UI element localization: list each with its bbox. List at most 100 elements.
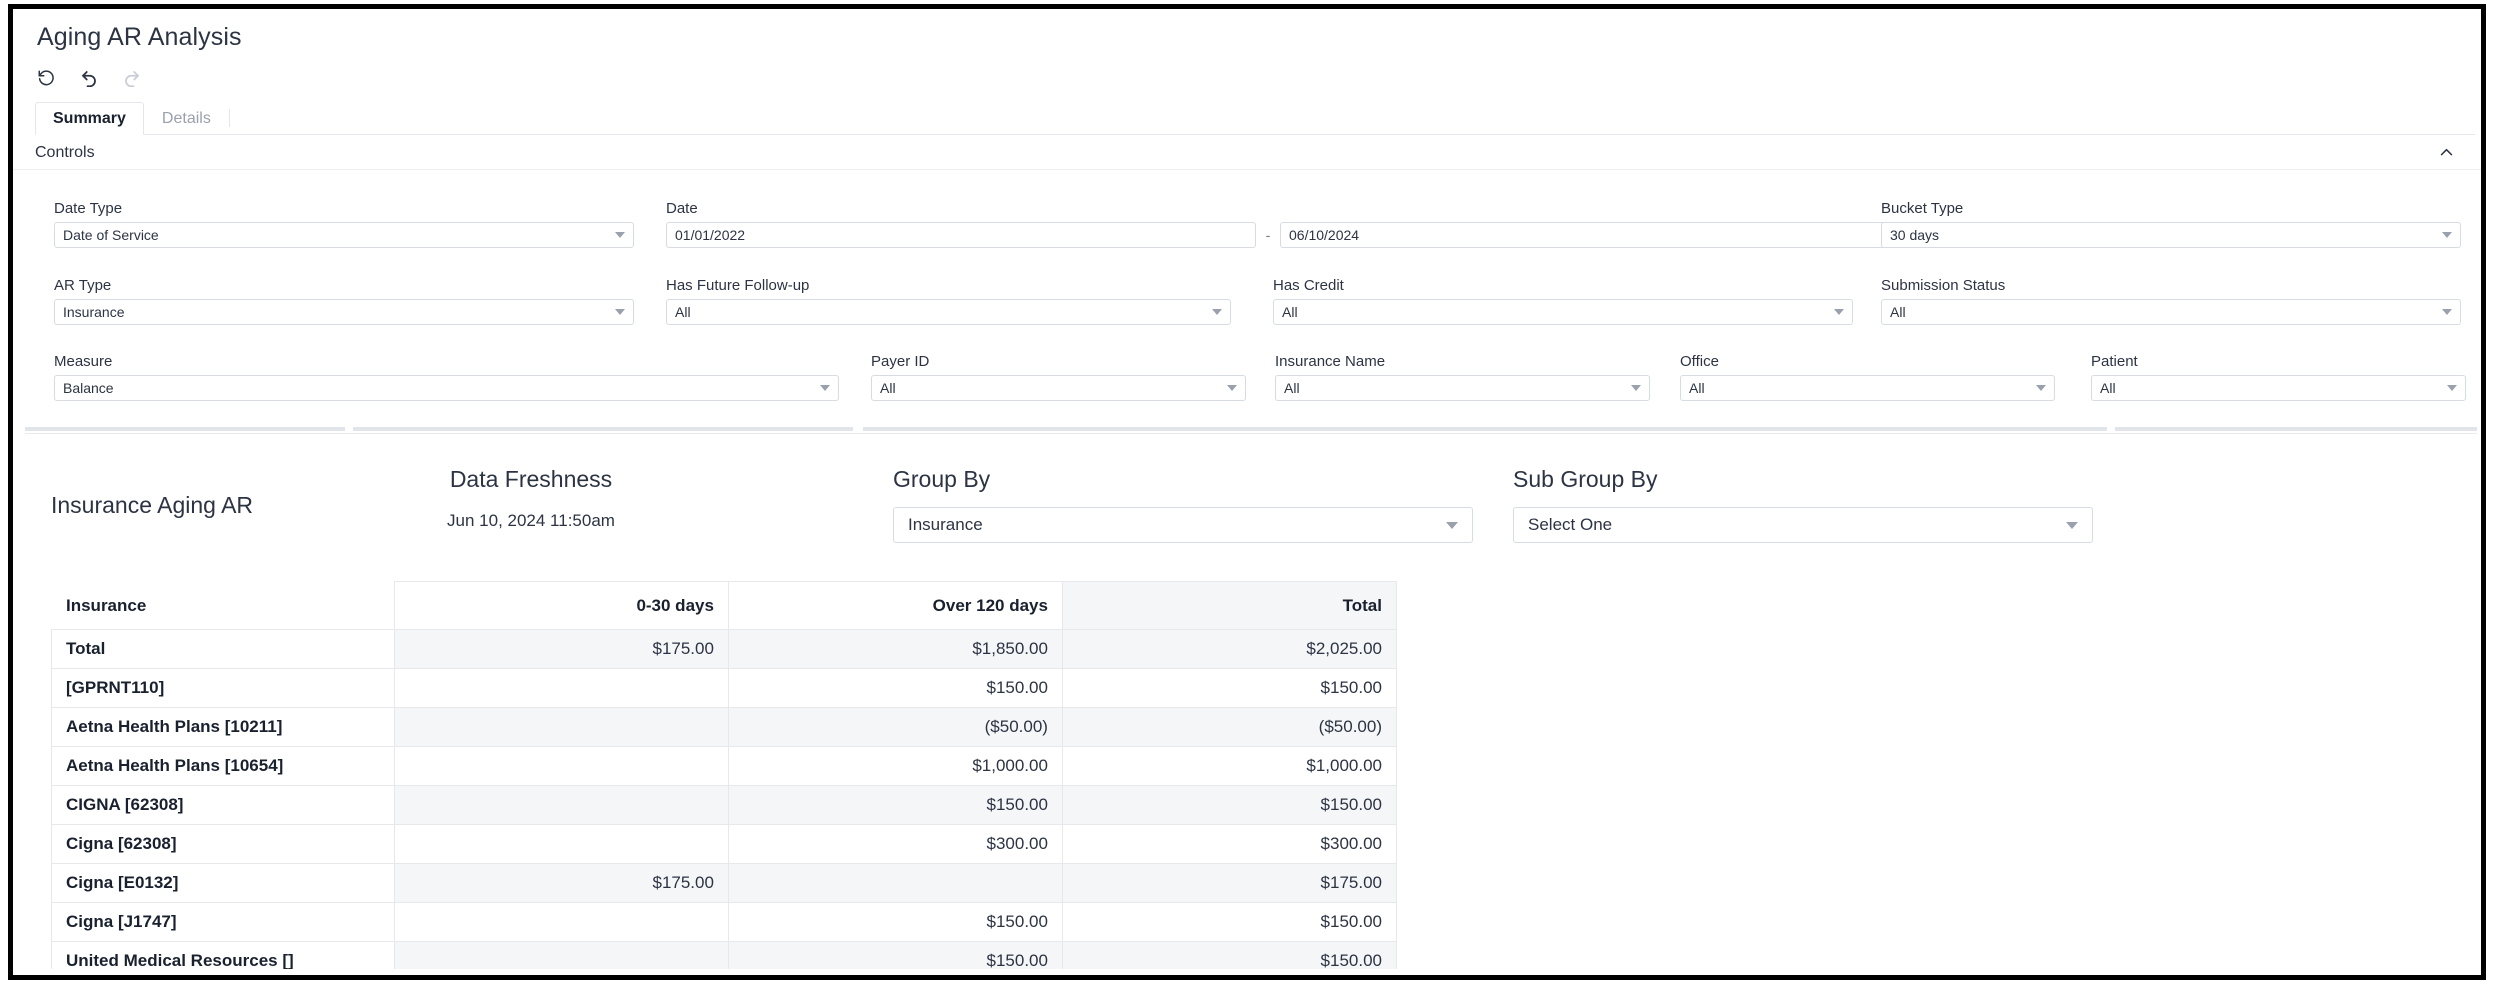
table-row[interactable]: Cigna [J1747] $150.00 $150.00 [51,902,1398,942]
table-cell: $2,025.00 [1061,629,1398,669]
table-row[interactable]: [GPRNT110] $150.00 $150.00 [51,668,1398,708]
field-has-future-followup-label: Has Future Follow-up [666,277,810,294]
field-bucket-type: Bucket Type 30 days [1881,200,2461,248]
table-cell: $150.00 [1061,668,1398,708]
date-range-group: 01/01/2022 - 06/10/2024 [666,222,2026,248]
tab-summary[interactable]: Summary [35,102,144,135]
bucket-type-select[interactable]: 30 days [1881,222,2461,248]
group-by-label: Group By [893,466,991,492]
has-credit-select[interactable]: All [1273,299,1853,325]
field-has-credit-label: Has Credit [1273,277,1344,294]
table-row-label: United Medical Resources [] [51,941,395,969]
chevron-down-icon [2442,232,2452,238]
field-ar-type-label: AR Type [54,277,112,294]
table-cell: $150.00 [727,902,1063,942]
chevron-down-icon [615,232,625,238]
table-cell: ($50.00) [1061,707,1398,747]
panel-divider [25,427,2477,431]
table-row[interactable]: CIGNA [62308] $150.00 $150.00 [51,785,1398,825]
date-type-value: Date of Service [63,227,159,243]
data-freshness-value: Jun 10, 2024 11:50am [447,511,615,530]
office-value: All [1689,380,1705,396]
patient-select[interactable]: All [2091,375,2466,401]
table-row[interactable]: Cigna [62308] $300.00 $300.00 [51,824,1398,864]
table-cell [393,902,729,942]
table-row[interactable]: United Medical Resources [] $150.00 $150.0… [51,941,1398,969]
insurance-name-select[interactable]: All [1275,375,1650,401]
ar-type-select[interactable]: Insurance [54,299,634,325]
table-cell: $175.00 [393,629,729,669]
tab-details[interactable]: Details [144,102,229,134]
table-cell: $150.00 [727,668,1063,708]
measure-value: Balance [63,380,114,396]
tab-summary-label: Summary [53,109,126,127]
table-cell: $150.00 [1061,785,1398,825]
bucket-type-value: 30 days [1890,227,1940,243]
date-range-separator: - [1265,227,1271,243]
undo-icon[interactable] [78,67,100,89]
table-cell: ($50.00) [727,707,1063,747]
field-bucket-type-label: Bucket Type [1881,200,1964,217]
field-office-label: Office [1680,353,1719,370]
field-has-future-followup: Has Future Follow-up All [666,277,1231,325]
field-date-type: Date Type Date of Service [54,200,634,248]
date-to-value: 06/10/2024 [1289,227,1360,243]
sub-group-by-select[interactable]: Select One [1513,507,2093,543]
field-payer-id: Payer ID All [871,353,1246,401]
group-by-select[interactable]: Insurance [893,507,1473,543]
sub-group-by-value: Select One [1528,515,1613,534]
column-header-total[interactable]: Total [1061,581,1398,630]
tab-strip: Summary Details [35,102,2475,135]
table-header-row: Insurance 0-30 days Over 120 days Total [51,581,1398,630]
has-future-followup-select[interactable]: All [666,299,1231,325]
table-row[interactable]: Cigna [E0132] $175.00 $175.00 [51,863,1398,903]
field-measure: Measure Balance [54,353,839,401]
chevron-down-icon [2442,309,2452,315]
results-panel: Insurance Aging AR Data Freshness Jun 10… [25,433,2477,969]
table-row-label: Aetna Health Plans [10211] [51,707,395,747]
field-date: Date 01/01/2022 - 06/10/2024 [666,200,2026,248]
table-cell: $150.00 [1061,902,1398,942]
submission-status-value: All [1890,304,1906,320]
table-cell: $1,850.00 [727,629,1063,669]
measure-select[interactable]: Balance [54,375,839,401]
field-has-credit: Has Credit All [1273,277,1853,325]
table-cell: $1,000.00 [1061,746,1398,786]
revert-icon[interactable] [35,67,57,89]
group-by-value: Insurance [908,515,983,534]
table-row[interactable]: Total $175.00 $1,850.00 $2,025.00 [51,629,1398,669]
column-header-over-120-days[interactable]: Over 120 days [727,581,1063,630]
table-row[interactable]: Aetna Health Plans [10654] $1,000.00 $1,00… [51,746,1398,786]
field-measure-label: Measure [54,353,113,370]
insurance-name-value: All [1284,380,1300,396]
field-office: Office All [1680,353,2055,401]
chevron-up-icon[interactable] [2433,140,2459,166]
field-payer-id-label: Payer ID [871,353,930,370]
field-ar-type: AR Type Insurance [54,277,634,325]
column-header-0-30-days[interactable]: 0-30 days [393,581,729,630]
table-cell [727,863,1063,903]
controls-body: Date Type Date of Service Date 01/01/202… [13,170,2481,429]
table-cell: $150.00 [727,785,1063,825]
chevron-down-icon [1834,309,1844,315]
table-row[interactable]: Aetna Health Plans [10211] ($50.00) ($50.0… [51,707,1398,747]
data-freshness-label: Data Freshness [449,466,613,492]
table-cell [393,746,729,786]
table-cell: $1,000.00 [727,746,1063,786]
patient-value: All [2100,380,2116,396]
controls-title: Controls [35,143,95,161]
office-select[interactable]: All [1680,375,2055,401]
table-cell: $150.00 [727,941,1063,969]
chevron-down-icon [1212,309,1222,315]
payer-id-select[interactable]: All [871,375,1246,401]
field-insurance-name-label: Insurance Name [1275,353,1386,370]
aging-ar-table: Insurance 0-30 days Over 120 days Total … [51,581,1398,969]
submission-status-select[interactable]: All [1881,299,2461,325]
date-from-input[interactable]: 01/01/2022 [666,222,1256,248]
table-cell [393,785,729,825]
column-header-insurance[interactable]: Insurance [51,581,395,630]
has-future-followup-value: All [675,304,691,320]
date-type-select[interactable]: Date of Service [54,222,634,248]
field-date-type-label: Date Type [54,200,123,217]
table-cell [393,707,729,747]
